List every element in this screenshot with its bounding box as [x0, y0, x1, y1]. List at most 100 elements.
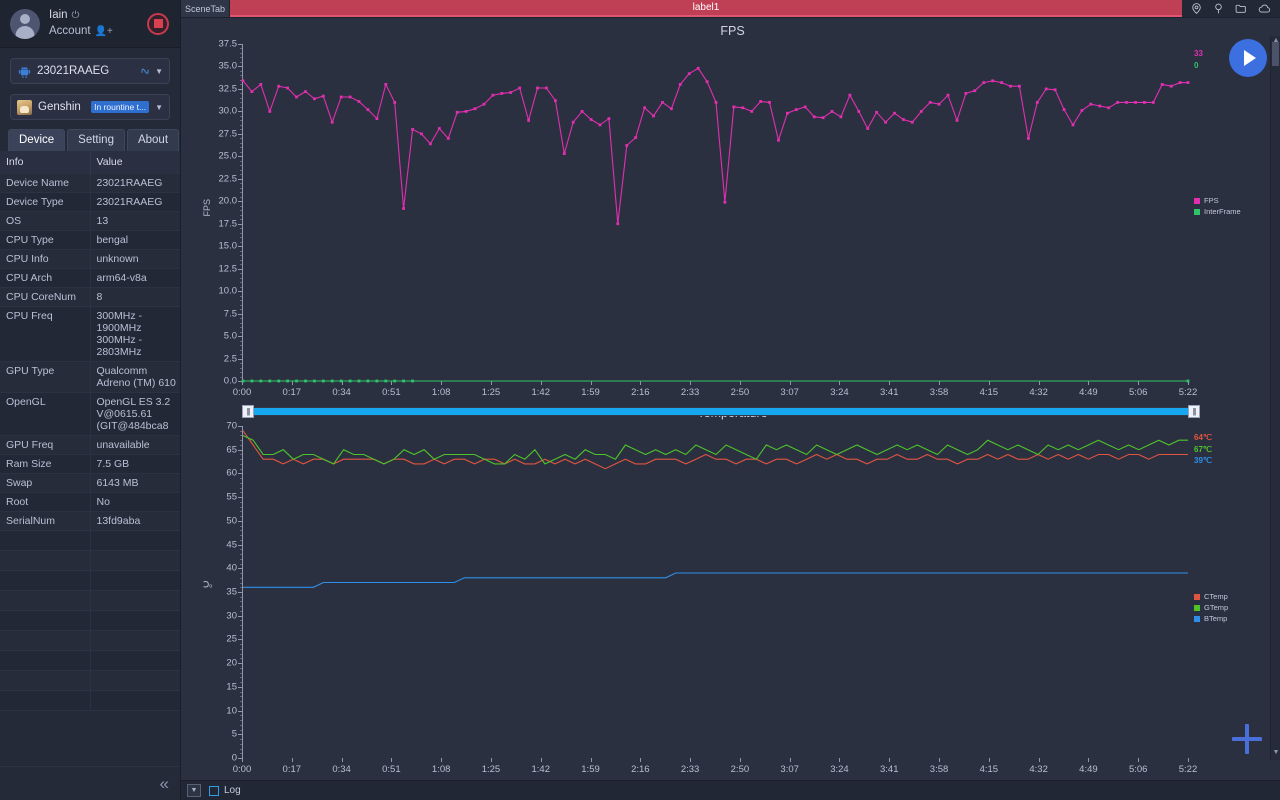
series-marker — [554, 99, 557, 102]
location-icon[interactable] — [1190, 2, 1203, 15]
series-marker — [902, 118, 905, 121]
range-handle-left[interactable]: ||| — [242, 405, 254, 418]
table-cell-key: Root — [0, 492, 91, 512]
device-selector[interactable]: 23021RAAEG ∿ ▼ — [10, 58, 170, 84]
scene-tab[interactable]: SceneTab — [181, 0, 230, 17]
table-cell-value: OpenGL ES 3.2 V@0615.61 (GIT@484bca8 — [90, 392, 180, 436]
table-cell-key: Ram Size — [0, 454, 91, 474]
app-selector[interactable]: Genshin Imp... In rountine t... ▼ — [10, 94, 170, 120]
table-head: Info Value — [0, 151, 180, 174]
series-marker — [1089, 102, 1093, 106]
power-icon[interactable]: ⏻ — [72, 9, 80, 23]
avatar[interactable] — [10, 8, 40, 39]
range-handle-right[interactable]: ||| — [1188, 405, 1200, 418]
series-marker — [768, 101, 771, 104]
series-marker — [875, 110, 878, 114]
sidebar-tabs: Device Setting About — [8, 129, 180, 151]
vertical-scroll-thumb[interactable] — [1272, 42, 1279, 66]
series-marker — [937, 102, 941, 106]
table-row: CPU CoreNum 8 — [0, 287, 180, 307]
link-icon[interactable]: ∿ — [138, 63, 152, 80]
series-marker — [545, 86, 548, 90]
sidebar: Iain ⏻ Account 👤+ 23021RAAEG ∿ ▼ Genshin… — [0, 0, 181, 800]
series-marker — [786, 111, 789, 115]
series-marker — [857, 110, 861, 113]
chevron-double-left-icon[interactable]: « — [160, 774, 170, 794]
series-marker — [295, 95, 298, 99]
table-cell-key — [0, 670, 91, 691]
legend-item[interactable]: FPS — [1194, 196, 1241, 207]
play-button[interactable] — [1229, 39, 1267, 77]
series-marker — [616, 222, 620, 226]
account-label[interactable]: Account — [49, 24, 91, 40]
log-checkbox-box[interactable] — [209, 785, 219, 796]
fps-plot-area[interactable]: 0.0 2.5 5.0 7.5 10.0 12.5 15.0 17.5 20.0 22.5 25.0… — [195, 38, 1270, 403]
table-cell-key — [0, 690, 91, 711]
table-cell-value — [90, 610, 180, 631]
current-value-ctemp: 64℃ — [1194, 433, 1212, 442]
legend-item[interactable]: InterFrame — [1194, 207, 1241, 218]
series-marker — [384, 379, 388, 383]
series-marker — [687, 72, 691, 76]
pin-icon[interactable] — [1212, 2, 1225, 15]
device-info-table-wrapper: Info Value Device Name 23021RAAEG Device T… — [0, 151, 180, 766]
series-marker — [973, 89, 977, 93]
fps-range-scrollbar[interactable]: ||| ||| — [242, 405, 1200, 418]
series-marker — [527, 119, 530, 122]
series-marker — [366, 108, 370, 111]
series-marker — [357, 379, 361, 383]
series-marker — [1080, 109, 1084, 112]
label1-tab[interactable]: label1 — [230, 0, 1182, 17]
tab-setting[interactable]: Setting — [67, 129, 125, 151]
series-marker — [1169, 84, 1173, 88]
series-marker — [304, 379, 307, 383]
table-cell-value — [90, 550, 180, 571]
cloud-icon[interactable] — [1257, 2, 1272, 15]
table-cell-key: SerialNum — [0, 511, 91, 531]
user-add-icon[interactable]: 👤+ — [95, 25, 113, 39]
range-track[interactable] — [253, 408, 1189, 415]
legend-item[interactable]: CTemp — [1194, 592, 1228, 603]
series-marker — [366, 379, 370, 383]
table-row-empty — [0, 610, 180, 631]
folder-icon[interactable] — [1234, 2, 1248, 15]
chart-legend: FPS InterFrame — [1194, 196, 1241, 218]
scene-tab-bar: SceneTab label1 — [181, 0, 1280, 18]
table-cell-value — [90, 570, 180, 591]
chevron-down-icon[interactable]: ▼ — [155, 67, 163, 76]
series-marker — [1035, 101, 1039, 104]
series-marker — [741, 106, 745, 110]
series-marker — [1071, 123, 1075, 127]
chevron-down-icon[interactable]: ▼ — [155, 103, 163, 112]
table-row: Swap 6143 MB — [0, 473, 180, 493]
table-cell-value: 23021RAAEG — [90, 173, 180, 193]
series-marker — [357, 100, 361, 103]
series-marker — [1027, 137, 1030, 140]
series-marker — [1044, 87, 1048, 91]
tab-device[interactable]: Device — [8, 129, 66, 151]
record-button[interactable] — [147, 12, 169, 35]
series-marker — [241, 379, 245, 383]
table-row: GPU Type Qualcomm Adreno (TM) 610 — [0, 361, 180, 393]
table-cell-key: CPU Freq — [0, 306, 91, 362]
tab-about[interactable]: About — [126, 129, 180, 151]
series-marker — [964, 92, 968, 95]
vertical-scrollbar[interactable]: ▲ ▼ — [1270, 36, 1280, 760]
log-checkbox[interactable]: Log — [209, 785, 241, 796]
table-cell-value — [90, 590, 180, 611]
table-cell-key — [0, 570, 91, 591]
charts-area: FPS 0.0 2.5 5.0 7.5 10.0 12.5 15.0 17.5 20.0 22.5… — [181, 18, 1280, 780]
temperature-plot-area[interactable]: 0 5 10 15 20 25 30 35 40 45 50 55 60 65 70 ℃ 0:00 0:17 0:3… — [195, 420, 1270, 780]
fps-chart: FPS 0.0 2.5 5.0 7.5 10.0 12.5 15.0 17.5 20.0 22.5… — [195, 24, 1270, 403]
legend-item[interactable]: BTemp — [1194, 614, 1228, 625]
caret-down-button[interactable]: ▼ — [187, 784, 201, 797]
table-cell-value — [90, 650, 180, 671]
series-marker — [286, 379, 289, 383]
series-marker — [562, 152, 566, 155]
scroll-down-arrow-icon[interactable]: ▼ — [1271, 749, 1280, 759]
add-button[interactable] — [1232, 724, 1262, 754]
series-marker — [1116, 101, 1119, 104]
legend-item[interactable]: GTemp — [1194, 603, 1228, 614]
table-cell-key: OpenGL — [0, 392, 91, 436]
table-cell-value — [90, 530, 180, 551]
